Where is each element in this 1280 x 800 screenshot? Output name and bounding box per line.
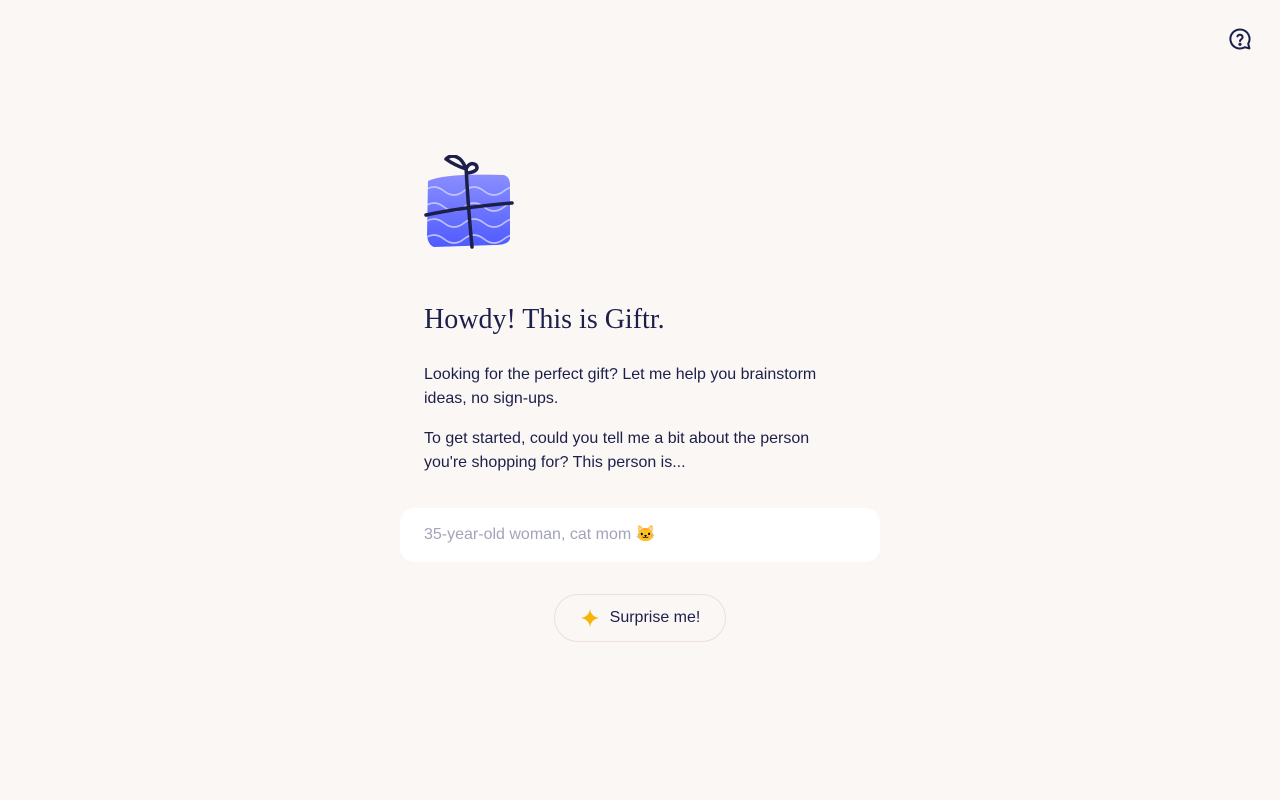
sparkle-icon (580, 608, 600, 628)
page-title: Howdy! This is Giftr. (424, 304, 665, 335)
person-description-field (400, 508, 880, 562)
person-description-input[interactable] (424, 508, 854, 562)
gift-box-icon (424, 154, 516, 251)
surprise-me-label: Surprise me! (609, 609, 701, 626)
prompt-text: To get started, could you tell me a bit … (424, 430, 810, 471)
intro-text: Looking for the perfect gift? Let me hel… (424, 366, 817, 407)
chat-question-icon (1228, 27, 1252, 56)
help-button[interactable] (1226, 27, 1254, 55)
surprise-me-button[interactable]: Surprise me! (554, 594, 726, 642)
